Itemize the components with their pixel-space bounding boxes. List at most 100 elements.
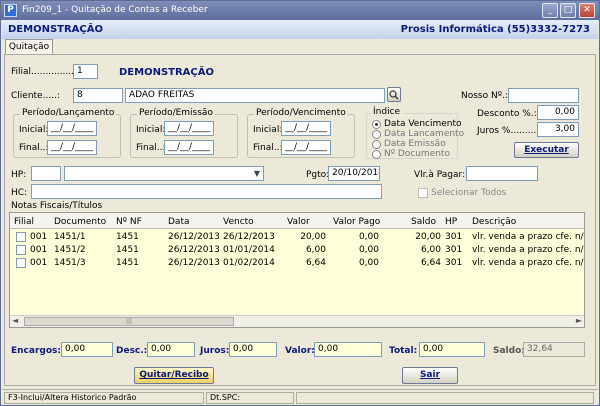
radio-data-vencimento[interactable]: Data Vencimento: [372, 119, 462, 129]
nosso-numero-input[interactable]: [508, 88, 579, 103]
cell-valor: 6,64: [305, 258, 326, 268]
cliente-name-input[interactable]: ADAO FREITAS: [125, 88, 385, 103]
juros-total-label: Juros:: [200, 346, 230, 356]
pgto-input[interactable]: 20/10/2014: [328, 166, 380, 181]
chevron-down-icon: ▼: [253, 169, 260, 178]
filial-input[interactable]: 1: [73, 64, 98, 79]
company-header: DEMONSTRAÇÃO Prosis Informática (55)3332…: [2, 20, 598, 39]
col-saldo[interactable]: Saldo: [411, 217, 436, 227]
radio-dot: [372, 139, 381, 149]
cell-descricao: vlr. venda a prazo cfe. n/nf.: [472, 245, 585, 255]
scroll-left-icon[interactable]: ◄: [12, 316, 18, 325]
cell-descricao: vlr. venda a prazo cfe. n/nf.: [472, 232, 585, 242]
valor-field[interactable]: 0,00: [314, 342, 382, 357]
lancamento-inicial-label: Inicial:: [19, 125, 49, 135]
selecionar-todos-checkbox[interactable]: [418, 188, 428, 198]
col-vencto[interactable]: Vencto: [223, 217, 254, 227]
emissao-final-input[interactable]: __/__/____: [164, 140, 214, 155]
radio-data-lancamento-label: Data Lancamento: [384, 129, 465, 139]
cell-saldo: 6,00: [420, 245, 441, 255]
desc-label: Desc.:: [116, 346, 148, 356]
cell-hp: 301: [445, 232, 463, 242]
main-window: P Fin209_1 - Quitação de Contas a Recebe…: [0, 0, 600, 406]
juros-input[interactable]: 3,00: [537, 122, 579, 137]
desc-field[interactable]: 0,00: [147, 342, 195, 357]
desconto-input[interactable]: 0,00: [537, 105, 579, 120]
cell-hp: 301: [445, 245, 463, 255]
cell-valor: 20,00: [300, 232, 326, 242]
scroll-thumb[interactable]: |||: [24, 317, 234, 326]
maximize-button[interactable]: □: [560, 3, 576, 18]
col-documento[interactable]: Documento: [54, 217, 106, 227]
periodo-emissao-title: Período/Emissão: [137, 108, 215, 118]
cell-nf: 1451: [116, 258, 139, 268]
cliente-label: Cliente.....:: [11, 91, 60, 101]
close-button[interactable]: ✕: [579, 3, 595, 18]
table-row[interactable]: 001 1451/3 1451 26/12/2013 01/02/2014 6,…: [10, 257, 584, 270]
col-descricao[interactable]: Descrição: [472, 217, 516, 227]
hp-select[interactable]: ▼: [64, 166, 264, 181]
radio-data-emissao-label: Data Emissão: [384, 139, 446, 149]
periodo-vencimento-title: Período/Vencimento: [254, 108, 348, 118]
horizontal-scrollbar[interactable]: ◄ ||| ►: [10, 315, 584, 327]
emissao-final-label: Final..:: [136, 143, 166, 153]
search-cliente-button[interactable]: [387, 87, 401, 102]
cell-documento: 1451/3: [54, 258, 86, 268]
hc-label: HC:: [11, 188, 28, 198]
col-filial[interactable]: Filial: [14, 217, 34, 227]
status-dtspc: Dt.SPC:: [206, 392, 294, 404]
total-label: Total:: [389, 346, 418, 356]
encargos-label: Encargos:: [11, 346, 61, 356]
grid-title: Notas Fiscais/Títulos: [11, 201, 103, 211]
col-valor-pago[interactable]: Valor Pago: [333, 217, 380, 227]
pgto-label: Pgto:: [306, 170, 330, 180]
radio-dot: [372, 149, 381, 159]
row-checkbox[interactable]: [16, 232, 26, 242]
cell-saldo: 6,64: [420, 258, 441, 268]
minimize-button[interactable]: _: [542, 3, 558, 18]
selecionar-todos-label: Selecionar Todos: [431, 188, 507, 198]
row-checkbox[interactable]: [16, 245, 26, 255]
cell-hp: 301: [445, 258, 463, 268]
sair-button[interactable]: Sair: [402, 367, 458, 384]
juros-total-field[interactable]: 0,00: [229, 342, 277, 357]
emissao-inicial-input[interactable]: __/__/____: [164, 121, 214, 136]
cliente-code-input[interactable]: 8: [73, 88, 123, 103]
encargos-field[interactable]: 0,00: [61, 342, 113, 357]
radio-dot: [372, 129, 381, 139]
vencimento-inicial-input[interactable]: __/__/____: [281, 121, 331, 136]
vencimento-final-input[interactable]: __/__/____: [281, 140, 331, 155]
hc-input[interactable]: [31, 184, 382, 199]
col-valor[interactable]: Valor: [287, 217, 310, 227]
radio-data-lancamento[interactable]: Data Lancamento: [372, 129, 464, 139]
radio-numero-documento[interactable]: Nº Documento: [372, 149, 450, 159]
scroll-right-icon[interactable]: ►: [576, 316, 582, 325]
cell-filial: 001: [30, 232, 48, 242]
row-checkbox[interactable]: [16, 258, 26, 268]
col-hp[interactable]: HP: [445, 217, 457, 227]
lancamento-final-input[interactable]: __/__/____: [47, 140, 97, 155]
lancamento-inicial-input[interactable]: __/__/____: [47, 121, 97, 136]
status-empty: [296, 392, 594, 404]
total-field[interactable]: 0,00: [419, 342, 485, 357]
valor-label: Valor:: [285, 346, 315, 356]
vencimento-final-label: Final..:: [253, 143, 283, 153]
vlr-pagar-input[interactable]: [466, 166, 538, 181]
title-bar: P Fin209_1 - Quitação de Contas a Recebe…: [1, 1, 599, 20]
app-icon: P: [4, 4, 17, 17]
status-hint: F3-Inclui/Altera Historico Padrão: [4, 392, 204, 404]
juros-label: Juros %.........:: [477, 126, 540, 136]
radio-data-emissao[interactable]: Data Emissão: [372, 139, 446, 149]
executar-button[interactable]: Executar: [514, 142, 579, 158]
col-data[interactable]: Data: [168, 217, 190, 227]
emissao-inicial-label: Inicial:: [136, 125, 166, 135]
quitar-recibo-button[interactable]: Quitar/Recibo: [134, 367, 214, 384]
table-row[interactable]: 001 1451/1 1451 26/12/2013 26/12/2013 20…: [10, 231, 584, 244]
filial-name: DEMONSTRAÇÃO: [119, 67, 214, 78]
table-row[interactable]: 001 1451/2 1451 26/12/2013 01/01/2014 6,…: [10, 244, 584, 257]
col-nf[interactable]: Nº NF: [116, 217, 142, 227]
cell-valor: 6,00: [305, 245, 326, 255]
window-title: Fin209_1 - Quitação de Contas a Receber: [22, 5, 208, 15]
tab-quitacao[interactable]: Quitação: [5, 39, 53, 55]
hp-code-input[interactable]: [31, 166, 61, 181]
